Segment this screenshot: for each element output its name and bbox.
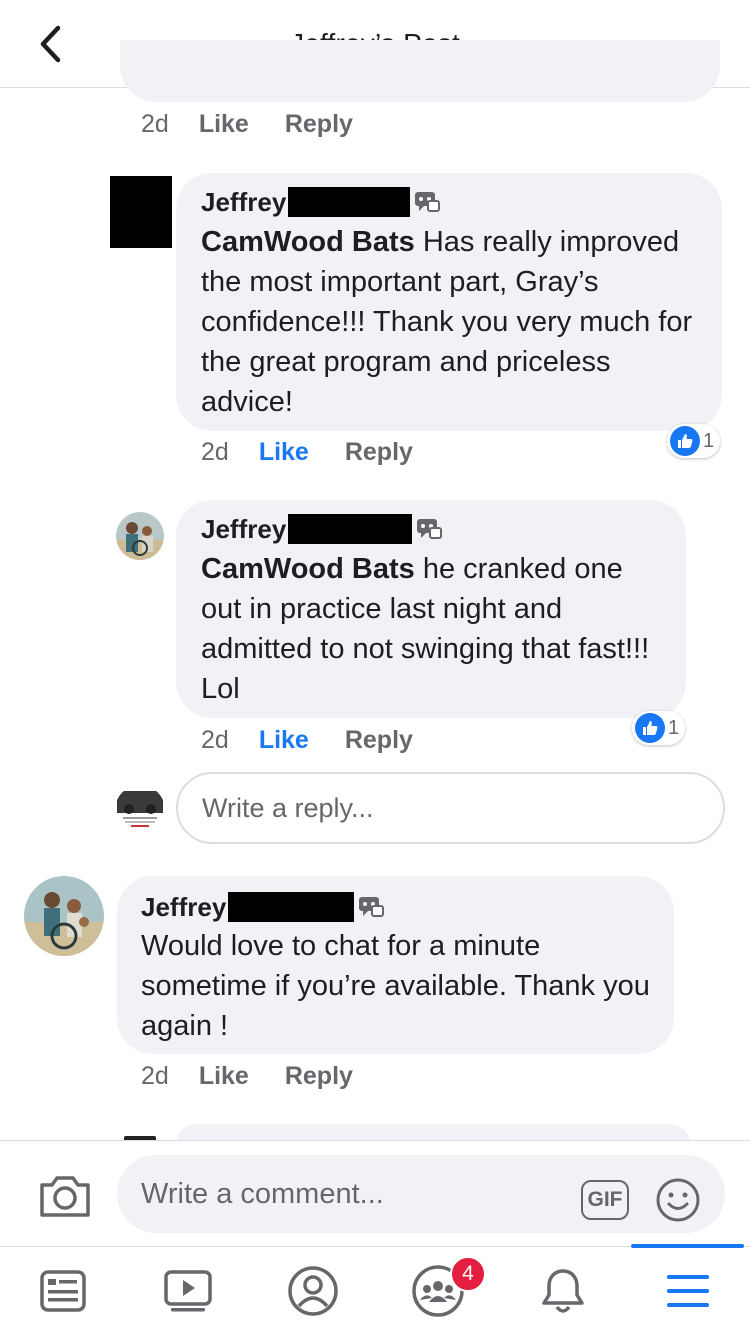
current-user-avatar [115, 785, 165, 835]
tab-groups[interactable] [375, 1247, 500, 1334]
avatar[interactable] [24, 876, 104, 956]
comment-actions: 2d Like Reply [201, 436, 413, 468]
tab-profile[interactable] [250, 1247, 375, 1334]
comment-input[interactable]: Write a comment... GIF [117, 1155, 725, 1233]
comment-text: Would love to chat for a minute sometime… [141, 930, 650, 1042]
reply-input[interactable]: Write a reply... [176, 772, 725, 844]
like-button[interactable]: Like [259, 726, 309, 755]
like-reaction-icon [670, 426, 700, 456]
reaction-summary[interactable]: 1 [667, 424, 721, 458]
like-button[interactable]: Like [199, 110, 249, 139]
reaction-summary[interactable]: 1 [632, 711, 686, 745]
groups-badge: 4 [450, 1256, 486, 1292]
reply-button[interactable]: Reply [285, 110, 353, 139]
comment-placeholder: Write a comment... [141, 1177, 384, 1210]
watch-icon [163, 1270, 212, 1312]
comment-timestamp: 2d [141, 109, 169, 138]
mention-link[interactable]: CamWood Bats [201, 553, 415, 585]
comment-bubble: Jeffrey CamWood Bats he cranked one out … [176, 500, 686, 718]
reaction-count: 1 [668, 716, 680, 739]
comment-author[interactable]: Jeffrey [201, 187, 698, 217]
avatar[interactable] [116, 512, 164, 560]
tab-watch[interactable] [125, 1247, 250, 1334]
like-button[interactable]: Like [199, 1062, 249, 1091]
redacted-name [288, 187, 411, 217]
edited-icon [359, 897, 385, 917]
redacted-name [288, 514, 413, 544]
profile-icon [287, 1266, 338, 1316]
comment-author[interactable]: Jeffrey [201, 514, 666, 544]
emoji-icon[interactable] [655, 1177, 701, 1223]
previous-comment-actions: 2d Like Reply [141, 108, 353, 140]
comment-text: CamWood Bats Has really improved the mos… [201, 226, 693, 418]
mention-link[interactable]: CamWood Bats [201, 226, 415, 258]
avatar[interactable] [110, 176, 172, 248]
camera-icon[interactable] [38, 1171, 92, 1219]
comment-timestamp: 2d [201, 437, 229, 466]
tab-menu[interactable] [625, 1247, 750, 1334]
reaction-count: 1 [703, 429, 715, 452]
like-button[interactable]: Like [259, 438, 309, 467]
comment-actions: 2d Like Reply [141, 1060, 353, 1092]
comment-bubble: Jeffrey CamWood Bats Has really improved… [176, 173, 722, 431]
tab-news-feed[interactable] [0, 1247, 125, 1334]
comment-bubble: Jeffrey Would love to chat for a minute … [117, 876, 674, 1054]
gif-icon[interactable]: GIF [581, 1180, 629, 1220]
comment-composer: Write a comment... GIF [0, 1140, 750, 1246]
redacted-name [228, 892, 355, 922]
news-feed-icon [39, 1270, 86, 1312]
tab-notifications[interactable] [500, 1247, 625, 1334]
notifications-icon [541, 1269, 584, 1313]
reply-button[interactable]: Reply [285, 1062, 353, 1091]
bottom-tab-bar: 4 [0, 1244, 750, 1334]
comment-timestamp: 2d [201, 725, 229, 754]
comment-text: CamWood Bats he cranked one out in pract… [201, 553, 650, 705]
menu-icon [666, 1275, 709, 1307]
comment-timestamp: 2d [141, 1061, 169, 1090]
edited-icon [415, 192, 441, 212]
like-reaction-icon [635, 713, 665, 743]
edited-icon [417, 519, 443, 539]
reply-button[interactable]: Reply [345, 726, 413, 755]
previous-comment-bubble [120, 40, 720, 102]
comment-author[interactable]: Jeffrey [141, 892, 654, 922]
comment-actions: 2d Like Reply [201, 724, 413, 756]
reply-button[interactable]: Reply [345, 438, 413, 467]
